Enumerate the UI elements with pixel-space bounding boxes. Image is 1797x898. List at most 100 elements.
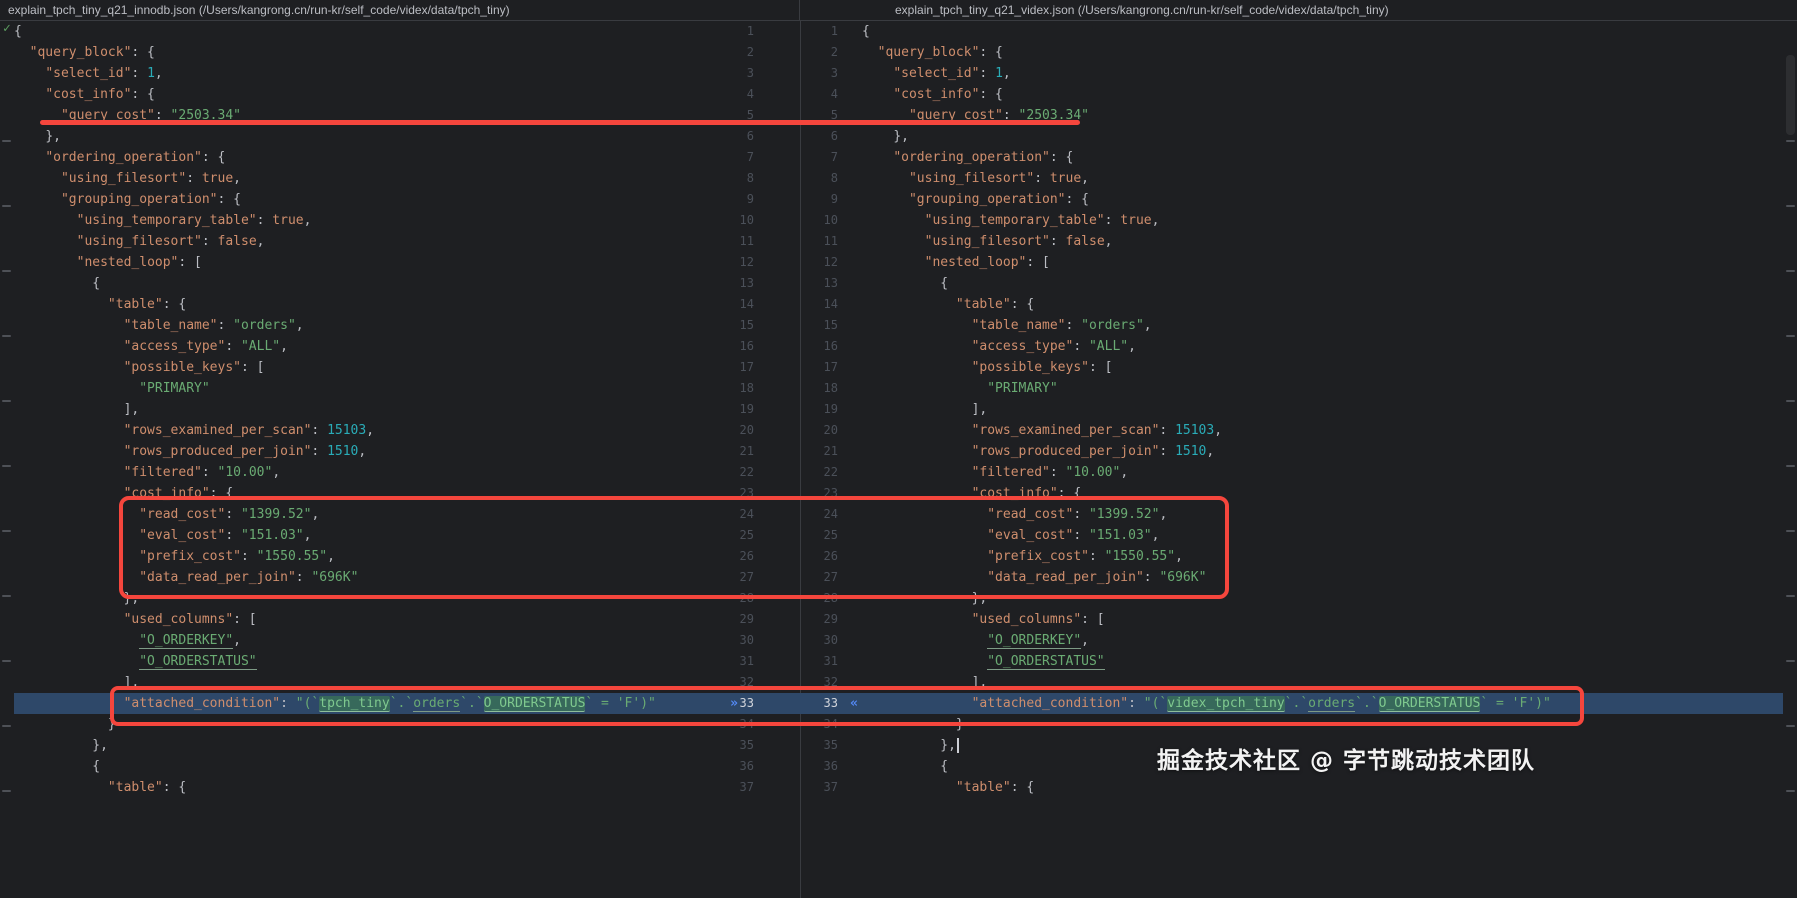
right-line-number[interactable]: 30 xyxy=(800,630,862,651)
right-line-number[interactable]: 36 xyxy=(800,756,862,777)
right-code-text[interactable]: "using_filesort": true, xyxy=(862,168,1783,189)
right-code-text[interactable]: "grouping_operation": { xyxy=(862,189,1783,210)
left-line-number[interactable]: 15 xyxy=(720,315,800,336)
left-line-number[interactable]: 5 xyxy=(720,105,800,126)
right-code-text[interactable]: "attached_condition": "(`videx_tpch_tiny… xyxy=(862,693,1783,714)
right-code-text[interactable]: "query_cost": "2503.34" xyxy=(862,105,1783,126)
right-code-text[interactable]: "read_cost": "1399.52", xyxy=(862,504,1783,525)
right-code-text[interactable]: }, xyxy=(862,588,1783,609)
right-line-number[interactable]: 35 xyxy=(800,735,862,756)
left-code-text[interactable]: "filtered": "10.00", xyxy=(14,462,720,483)
left-code-text[interactable]: "read_cost": "1399.52", xyxy=(14,504,720,525)
diff-map-marker[interactable] xyxy=(1786,140,1795,142)
left-code-text[interactable]: "possible_keys": [ xyxy=(14,357,720,378)
diff-map-marker[interactable] xyxy=(1786,400,1795,402)
right-line-number[interactable]: 12 xyxy=(800,252,862,273)
left-code-text[interactable]: "attached_condition": "(`tpch_tiny`.`ord… xyxy=(14,693,720,714)
left-code-text[interactable]: "table": { xyxy=(14,294,720,315)
left-code-text[interactable]: "grouping_operation": { xyxy=(14,189,720,210)
left-line-number[interactable]: 25 xyxy=(720,525,800,546)
right-line-number[interactable]: 14 xyxy=(800,294,862,315)
right-line-number[interactable]: 10 xyxy=(800,210,862,231)
left-line-number[interactable]: 10 xyxy=(720,210,800,231)
left-line-number[interactable]: 17 xyxy=(720,357,800,378)
left-code-text[interactable]: "cost_info": { xyxy=(14,84,720,105)
right-code-text[interactable]: "using_temporary_table": true, xyxy=(862,210,1783,231)
right-code-text[interactable]: "filtered": "10.00", xyxy=(862,462,1783,483)
diff-map-marker[interactable] xyxy=(1786,205,1795,207)
diff-map-marker[interactable] xyxy=(2,140,11,142)
right-code-text[interactable]: "possible_keys": [ xyxy=(862,357,1783,378)
right-line-number[interactable]: 7 xyxy=(800,147,862,168)
right-line-number[interactable]: 33 « xyxy=(800,693,862,714)
left-line-number[interactable]: 24 xyxy=(720,504,800,525)
left-line-number[interactable]: 9 xyxy=(720,189,800,210)
left-code-text[interactable]: "table_name": "orders", xyxy=(14,315,720,336)
right-code-text[interactable]: ], xyxy=(862,672,1783,693)
right-line-number[interactable]: 37 xyxy=(800,777,862,798)
right-code-text[interactable]: "table": { xyxy=(862,777,1783,798)
left-code-text[interactable]: "used_columns": [ xyxy=(14,609,720,630)
left-line-number[interactable]: 20 xyxy=(720,420,800,441)
right-code-text[interactable]: "select_id": 1, xyxy=(862,63,1783,84)
right-line-number[interactable]: 21 xyxy=(800,441,862,462)
left-line-number[interactable]: 26 xyxy=(720,546,800,567)
left-line-number[interactable]: 32 xyxy=(720,672,800,693)
left-code-text[interactable]: "using_filesort": false, xyxy=(14,231,720,252)
left-code-text[interactable]: "eval_cost": "151.03", xyxy=(14,525,720,546)
left-line-number[interactable]: 14 xyxy=(720,294,800,315)
left-line-number[interactable]: 23 xyxy=(720,483,800,504)
left-code-text[interactable]: "using_temporary_table": true, xyxy=(14,210,720,231)
left-code-text[interactable]: "prefix_cost": "1550.55", xyxy=(14,546,720,567)
left-code-text[interactable]: "query_cost": "2503.34" xyxy=(14,105,720,126)
right-code-text[interactable]: { xyxy=(862,21,1783,42)
right-line-number[interactable]: 24 xyxy=(800,504,862,525)
right-code-text[interactable]: }, xyxy=(862,126,1783,147)
left-line-number[interactable]: 19 xyxy=(720,399,800,420)
left-line-number[interactable]: 34 xyxy=(720,714,800,735)
next-change-chevron-icon[interactable]: » xyxy=(730,693,738,714)
right-code-text[interactable]: "query_block": { xyxy=(862,42,1783,63)
right-code-text[interactable]: "ordering_operation": { xyxy=(862,147,1783,168)
diff-map-marker[interactable] xyxy=(2,595,11,597)
left-code-text[interactable]: } xyxy=(14,714,720,735)
right-line-number[interactable]: 17 xyxy=(800,357,862,378)
left-line-number[interactable]: 4 xyxy=(720,84,800,105)
right-code-text[interactable]: "PRIMARY" xyxy=(862,378,1783,399)
left-line-number[interactable]: 22 xyxy=(720,462,800,483)
diff-map-marker[interactable] xyxy=(1786,725,1795,727)
right-line-number[interactable]: 15 xyxy=(800,315,862,336)
diff-map-marker[interactable] xyxy=(1786,335,1795,337)
diff-map-marker[interactable] xyxy=(2,400,11,402)
left-line-number[interactable]: 6 xyxy=(720,126,800,147)
left-line-number[interactable]: 21 xyxy=(720,441,800,462)
right-code-text[interactable]: "O_ORDERSTATUS" xyxy=(862,651,1783,672)
left-code-text[interactable]: { xyxy=(14,21,720,42)
diff-map-marker[interactable] xyxy=(1786,790,1795,792)
diff-map-marker[interactable] xyxy=(1786,530,1795,532)
right-line-number[interactable]: 5 xyxy=(800,105,862,126)
left-code-text[interactable]: "O_ORDERKEY", xyxy=(14,630,720,651)
right-code-text[interactable]: "rows_examined_per_scan": 15103, xyxy=(862,420,1783,441)
right-line-number[interactable]: 28 xyxy=(800,588,862,609)
right-code-text[interactable]: "table": { xyxy=(862,294,1783,315)
right-code-text[interactable]: "using_filesort": false, xyxy=(862,231,1783,252)
left-code-text[interactable]: "access_type": "ALL", xyxy=(14,336,720,357)
left-line-number[interactable]: 18 xyxy=(720,378,800,399)
right-line-number[interactable]: 3 xyxy=(800,63,862,84)
left-code-text[interactable]: { xyxy=(14,756,720,777)
left-code-text[interactable]: "rows_produced_per_join": 1510, xyxy=(14,441,720,462)
left-code-text[interactable]: "using_filesort": true, xyxy=(14,168,720,189)
diff-map-marker[interactable] xyxy=(2,465,11,467)
left-code-text[interactable]: "table": { xyxy=(14,777,720,798)
right-line-number[interactable]: 18 xyxy=(800,378,862,399)
diff-map-marker[interactable] xyxy=(1786,465,1795,467)
left-line-number[interactable]: 7 xyxy=(720,147,800,168)
left-line-number[interactable]: 30 xyxy=(720,630,800,651)
right-code-text[interactable]: "eval_cost": "151.03", xyxy=(862,525,1783,546)
right-line-number[interactable]: 4 xyxy=(800,84,862,105)
right-code-text[interactable]: "rows_produced_per_join": 1510, xyxy=(862,441,1783,462)
left-line-number[interactable]: 12 xyxy=(720,252,800,273)
left-code-text[interactable]: "query_block": { xyxy=(14,42,720,63)
right-line-number[interactable]: 16 xyxy=(800,336,862,357)
